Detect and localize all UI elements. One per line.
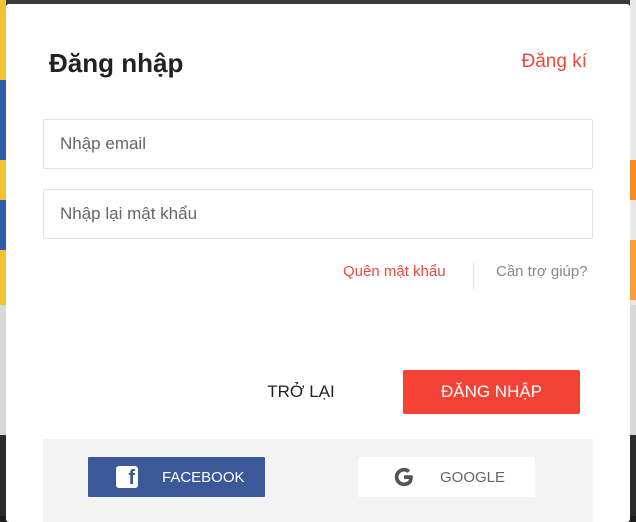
background-page-right — [630, 0, 636, 522]
register-link[interactable]: Đăng kí — [522, 51, 587, 73]
login-modal: Đăng nhập Đăng kí Quên mật khẩu Cần trợ … — [6, 4, 630, 522]
facebook-label: FACEBOOK — [162, 468, 245, 486]
facebook-login-button[interactable]: f FACEBOOK — [88, 457, 265, 497]
google-icon — [392, 465, 416, 489]
forgot-password-link[interactable]: Quên mật khẩu — [343, 263, 446, 280]
password-field[interactable] — [43, 189, 593, 239]
google-label: GOOGLE — [440, 468, 506, 486]
help-link[interactable]: Cần trợ giúp? — [496, 263, 588, 280]
modal-title: Đăng nhập — [49, 48, 184, 78]
back-button[interactable]: TRỞ LẠI — [238, 370, 364, 414]
facebook-icon: f — [116, 466, 138, 488]
google-login-button[interactable]: GOOGLE — [358, 457, 535, 497]
social-login-bar: f FACEBOOK GOOGLE — [43, 439, 593, 522]
link-divider — [473, 263, 474, 289]
email-field[interactable] — [43, 119, 593, 169]
login-button[interactable]: ĐĂNG NHẬP — [403, 370, 580, 414]
